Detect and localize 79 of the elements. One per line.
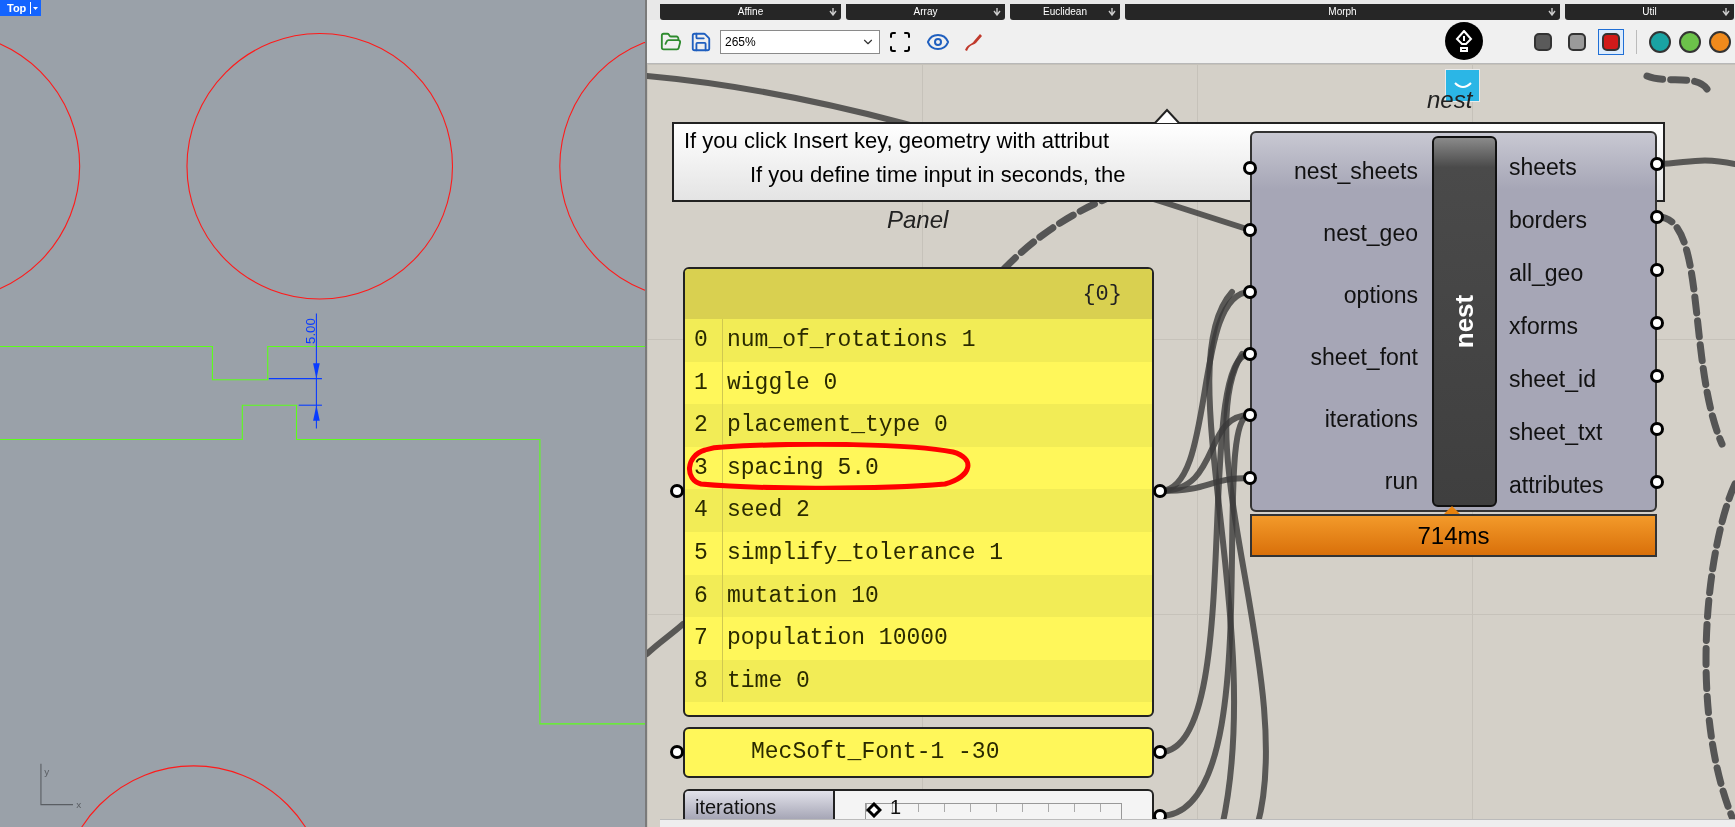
panel-row-text: mutation 10 <box>726 581 879 611</box>
branch-path: {0} <box>1082 280 1122 309</box>
panel-row-text: seed 2 <box>726 496 810 526</box>
nest-component[interactable]: nest_sheets nest_geo options sheet_font iterations run nest sheets borders all_geo xforms sheet_id sheet_txt attributes <box>1250 131 1657 512</box>
input-port[interactable] <box>1243 408 1257 422</box>
viewport-tab[interactable]: Top <box>0 0 42 16</box>
wire <box>647 621 686 657</box>
save-icon[interactable] <box>690 30 712 53</box>
expand-icon[interactable] <box>993 8 1001 16</box>
axis-label: y <box>44 765 50 777</box>
output-parameter[interactable]: attributes <box>1509 465 1655 505</box>
panel-row-text: num_of_rotations 1 <box>726 326 976 356</box>
panel-row-text: population 10000 <box>726 624 948 654</box>
panel-row-text: spacing 5.0 <box>726 453 879 483</box>
input-parameter[interactable]: nest_geo <box>1323 213 1418 253</box>
dimension-label: 5.00 <box>303 318 319 344</box>
output-port[interactable] <box>1650 210 1664 224</box>
expand-icon[interactable] <box>1722 8 1730 16</box>
output-parameter[interactable]: all_geo <box>1509 253 1655 293</box>
output-parameter[interactable]: borders <box>1509 200 1655 240</box>
panel-row-text: time 0 <box>726 666 810 696</box>
input-port[interactable] <box>670 745 684 759</box>
tooltip-text: If you define time input in seconds, the <box>750 161 1126 189</box>
component-tab[interactable]: Euclidean <box>1010 4 1120 20</box>
slider-label-area: iterations <box>685 791 835 819</box>
caret-icon[interactable] <box>30 2 40 14</box>
zoom-dropdown[interactable]: 265% <box>720 29 880 54</box>
output-port[interactable] <box>1153 484 1167 498</box>
output-parameter[interactable]: sheet_id <box>1509 359 1655 399</box>
output-parameter[interactable]: xforms <box>1509 306 1655 346</box>
panel-row-text: wiggle 0 <box>726 368 838 398</box>
component-title: nest <box>1448 294 1480 349</box>
input-port[interactable] <box>1243 471 1257 485</box>
input-port[interactable] <box>1243 223 1257 237</box>
output-port[interactable] <box>1650 316 1664 330</box>
input-port[interactable] <box>1243 347 1257 361</box>
output-port[interactable] <box>1153 745 1167 759</box>
output-parameter[interactable]: sheet_txt <box>1509 412 1655 452</box>
row-index: 0 <box>685 319 723 362</box>
component-label: nest <box>1427 85 1473 115</box>
input-parameter[interactable]: options <box>1343 275 1418 315</box>
expand-icon[interactable] <box>829 8 837 16</box>
timing-bar: 714ms <box>1250 514 1657 557</box>
output-port[interactable] <box>1650 369 1664 383</box>
row-index: 2 <box>685 404 723 447</box>
panel-row-text: placement_type 0 <box>726 411 948 441</box>
text-panel[interactable]: MecSoft_Font-1 -30 <box>683 727 1154 778</box>
input-parameter[interactable]: nest_sheets <box>1293 151 1418 191</box>
input-parameter[interactable]: run <box>1384 461 1418 501</box>
output-parameter[interactable]: sheets <box>1509 147 1655 187</box>
axis-label: x <box>76 798 82 810</box>
axis-icon <box>40 763 74 806</box>
component-tab[interactable]: Morph <box>1125 4 1560 20</box>
text-panel[interactable]: {0} 0 num_of_rotations 1 1 wiggle 0 2 placement_type 0 3 spacing 5.0 4 seed 2 5 simplify_tolerance 1 6 mutation 10 7 population 10000 8 time 0 <box>683 267 1154 717</box>
output-port[interactable] <box>1650 475 1664 489</box>
input-port[interactable] <box>1243 285 1257 299</box>
preview-mode-button[interactable] <box>1598 28 1624 55</box>
output-port[interactable] <box>1650 263 1664 277</box>
row-index: 5 <box>685 531 723 575</box>
panel-label: Panel <box>887 205 949 235</box>
input-port[interactable] <box>670 484 684 498</box>
slider-value: 1 <box>890 796 902 818</box>
expand-icon[interactable] <box>1548 8 1556 16</box>
zoom-extents-icon[interactable] <box>888 29 912 54</box>
input-parameter[interactable]: sheet_font <box>1310 337 1418 377</box>
component-tab[interactable]: Array <box>846 4 1005 20</box>
row-index: 4 <box>685 489 723 532</box>
component-tab[interactable]: Affine <box>660 4 841 20</box>
open-icon[interactable] <box>660 30 682 53</box>
input-parameter[interactable]: iterations <box>1324 399 1418 439</box>
row-index: 7 <box>685 617 723 660</box>
panel-row-text: simplify_tolerance 1 <box>726 539 1004 568</box>
number-slider[interactable]: iterations 1 <box>683 789 1154 819</box>
output-port[interactable] <box>1650 422 1664 436</box>
component-tab[interactable]: Util <box>1565 4 1734 20</box>
expand-icon[interactable] <box>1108 8 1116 16</box>
dashed-wire <box>1643 72 1711 93</box>
tooltip-text: If you click Insert key, geometry with attribut <box>684 127 1110 155</box>
row-index: 8 <box>685 659 723 703</box>
